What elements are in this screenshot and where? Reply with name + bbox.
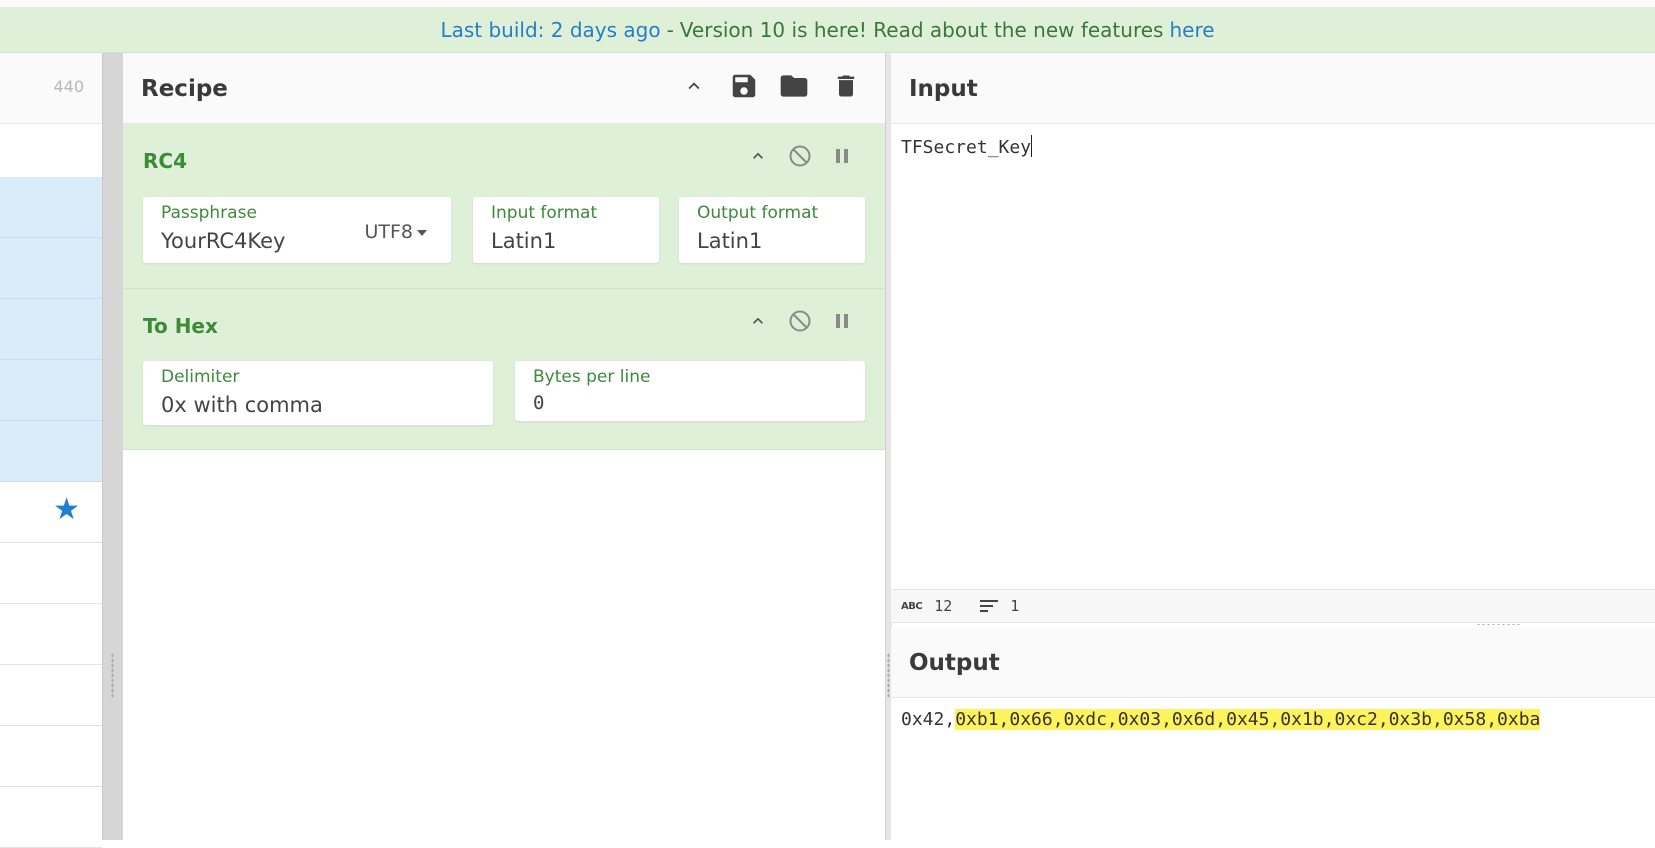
input-text: TFSecret_Key bbox=[901, 137, 1032, 158]
chevron-up-icon bbox=[688, 82, 700, 90]
recipe-op-rc4[interactable]: RC4 Passphrase YourRC4Key UTF8 Input for… bbox=[123, 124, 885, 289]
output-title: Output bbox=[909, 650, 1000, 676]
output-textarea[interactable]: 0x42,0xb1,0x66,0xdc,0x03,0x6d,0x45,0x1b,… bbox=[901, 709, 1541, 730]
input-line-count: 1 bbox=[1010, 597, 1020, 615]
input-header: Input bbox=[891, 53, 1655, 124]
delimiter-field[interactable]: Delimiter 0x with comma bbox=[143, 361, 493, 425]
pause-icon bbox=[836, 149, 848, 163]
arg-label: Delimiter bbox=[161, 367, 240, 387]
load-recipe-button[interactable] bbox=[777, 69, 811, 103]
banner-here-link[interactable]: here bbox=[1169, 18, 1214, 42]
disable-icon bbox=[789, 310, 811, 332]
output-format-field[interactable]: Output format Latin1 bbox=[679, 197, 865, 263]
passphrase-value: YourRC4Key bbox=[161, 229, 286, 253]
operations-count: 440 bbox=[53, 77, 84, 96]
operation-row[interactable] bbox=[0, 787, 102, 848]
operation-row[interactable] bbox=[0, 177, 102, 238]
operation-row[interactable] bbox=[0, 543, 102, 604]
text-cursor bbox=[1031, 135, 1033, 157]
input-panel: Input TFSecret_Key ABC 12 1 bbox=[891, 53, 1655, 626]
io-resize-handle[interactable] bbox=[1476, 623, 1521, 626]
arg-label: Passphrase bbox=[161, 203, 257, 223]
arg-label: Output format bbox=[697, 203, 819, 223]
input-format-field[interactable]: Input format Latin1 bbox=[473, 197, 659, 263]
recipe-panel: Recipe RC4 Passphrase YourRC4Key UTF8 In… bbox=[123, 53, 885, 840]
arg-label: Bytes per line bbox=[533, 367, 651, 387]
trash-icon bbox=[837, 75, 855, 97]
bytes-per-line-field[interactable]: Bytes per line 0 bbox=[515, 361, 865, 421]
favourites-row[interactable]: ★ bbox=[0, 482, 102, 543]
lines-icon bbox=[980, 600, 999, 612]
disable-op-button[interactable] bbox=[785, 141, 815, 171]
output-prefix: 0x42, bbox=[901, 709, 956, 730]
operation-row[interactable] bbox=[0, 421, 102, 482]
breakpoint-op-button[interactable] bbox=[827, 306, 857, 336]
operation-row[interactable] bbox=[0, 726, 102, 787]
operations-panel: 440 ★ bbox=[0, 53, 102, 848]
input-length: 12 bbox=[934, 597, 953, 615]
operation-row[interactable] bbox=[0, 665, 102, 726]
output-highlighted: 0xb1,0x66,0xdc,0x03,0x6d,0x45,0x1b,0xc2,… bbox=[955, 709, 1541, 730]
star-icon[interactable]: ★ bbox=[53, 495, 80, 525]
input-textarea[interactable]: TFSecret_Key bbox=[901, 135, 1033, 158]
passphrase-field[interactable]: Passphrase YourRC4Key UTF8 bbox=[143, 197, 451, 263]
clear-recipe-button[interactable] bbox=[829, 69, 863, 103]
notice-banner: Last build: 2 days ago - Version 10 is h… bbox=[0, 8, 1655, 53]
disable-op-button[interactable] bbox=[785, 306, 815, 336]
operation-row[interactable] bbox=[0, 604, 102, 665]
op-title: RC4 bbox=[143, 149, 187, 173]
recipe-title: Recipe bbox=[141, 76, 228, 102]
abc-icon: ABC bbox=[901, 600, 923, 612]
operation-row[interactable] bbox=[0, 299, 102, 360]
breakpoint-op-button[interactable] bbox=[827, 141, 857, 171]
top-edge bbox=[0, 0, 1655, 8]
encoding-value: UTF8 bbox=[364, 221, 413, 243]
delimiter-value: 0x with comma bbox=[161, 393, 323, 417]
output-panel: Output 0x42,0xb1,0x66,0xdc,0x03,0x6d,0x4… bbox=[891, 627, 1655, 840]
op-title: To Hex bbox=[143, 314, 218, 338]
input-title: Input bbox=[909, 76, 978, 102]
input-format-value: Latin1 bbox=[491, 229, 557, 253]
input-status-bar: ABC 12 1 bbox=[891, 589, 1655, 623]
output-format-value: Latin1 bbox=[697, 229, 763, 253]
banner-message: Version 10 is here! Read about the new f… bbox=[679, 18, 1164, 42]
operation-row[interactable] bbox=[0, 360, 102, 421]
collapse-op-button[interactable] bbox=[743, 306, 773, 336]
chevron-up-icon bbox=[753, 152, 763, 159]
collapse-op-button[interactable] bbox=[743, 141, 773, 171]
panel-divider[interactable] bbox=[102, 53, 123, 840]
output-header: Output bbox=[891, 627, 1655, 698]
disable-icon bbox=[789, 145, 811, 167]
save-recipe-button[interactable] bbox=[727, 69, 761, 103]
passphrase-encoding-dropdown[interactable]: UTF8 bbox=[364, 221, 427, 243]
save-icon bbox=[732, 74, 756, 98]
last-build-link[interactable]: Last build: 2 days ago bbox=[440, 18, 660, 42]
recipe-op-to-hex[interactable]: To Hex Delimiter 0x with comma Bytes per… bbox=[123, 289, 885, 450]
caret-down-icon bbox=[417, 229, 427, 236]
pause-icon bbox=[836, 314, 848, 328]
chevron-up-icon bbox=[753, 317, 763, 324]
banner-separator: - bbox=[666, 18, 674, 42]
operation-row[interactable] bbox=[0, 238, 102, 299]
bytes-per-line-value: 0 bbox=[533, 392, 545, 414]
collapse-all-button[interactable] bbox=[677, 69, 711, 103]
operations-header: 440 bbox=[0, 53, 102, 124]
recipe-header: Recipe bbox=[123, 53, 885, 124]
folder-icon bbox=[780, 75, 808, 97]
arg-label: Input format bbox=[491, 203, 598, 223]
